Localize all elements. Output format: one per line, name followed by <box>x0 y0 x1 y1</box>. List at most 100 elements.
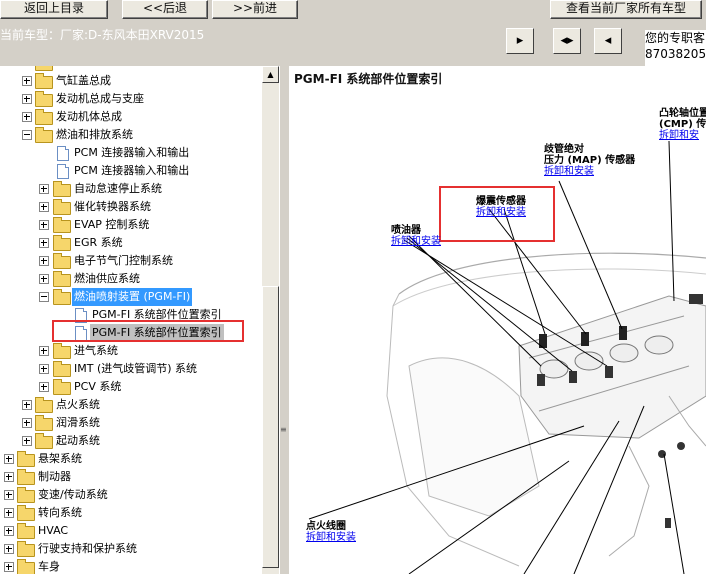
split-arrows-icon: ◂▸ <box>560 33 574 48</box>
expand-icon[interactable] <box>39 238 49 248</box>
expand-icon[interactable] <box>4 454 14 464</box>
cmp-sensor-label-2: (CMP) 传 <box>659 119 706 130</box>
folder-open-icon <box>53 289 71 305</box>
folder-icon <box>17 541 35 557</box>
folder-icon <box>17 469 35 485</box>
injector-label: 喷油器 <box>391 225 421 236</box>
folder-icon <box>53 181 71 197</box>
expand-icon[interactable] <box>39 346 49 356</box>
folder-icon <box>35 433 53 449</box>
grip-icon: ≡ <box>280 425 287 434</box>
back-to-catalog-button[interactable]: 返回上目录 <box>0 0 108 19</box>
tree-item-label: 行驶支持和保护系统 <box>38 542 137 555</box>
folder-icon <box>17 487 35 503</box>
tree-item-label: 起动系统 <box>56 434 100 447</box>
expand-icon[interactable] <box>39 382 49 392</box>
expand-icon[interactable] <box>22 436 32 446</box>
injector-link[interactable]: 拆卸和安装 <box>391 236 441 247</box>
folder-icon <box>53 271 71 287</box>
highlight-box <box>52 320 244 342</box>
arrow-up-icon: ▲ <box>267 70 274 79</box>
folder-icon <box>53 253 71 269</box>
tree-item-label-selected: 燃油喷射装置 (PGM-FI) <box>72 288 193 306</box>
cmp-sensor-label-1: 凸轮轴位置 <box>659 108 706 119</box>
folder-icon <box>17 523 35 539</box>
expand-icon[interactable] <box>22 418 32 428</box>
folder-icon <box>35 397 53 413</box>
tree-item-label: 进气系统 <box>74 344 118 357</box>
tree-item-label: 自动怠速停止系统 <box>74 182 162 195</box>
tree-item-label: 点火系统 <box>56 398 100 411</box>
map-sensor-label-2: 压力 (MAP) 传感器 <box>544 155 636 166</box>
collapse-icon[interactable] <box>39 292 49 302</box>
scroll-up-button[interactable]: ▲ <box>262 66 279 83</box>
folder-icon <box>35 73 53 89</box>
folder-icon <box>53 235 71 251</box>
view-left-button[interactable]: ▸ <box>506 28 534 54</box>
expand-icon[interactable] <box>39 220 49 230</box>
collapse-icon[interactable] <box>22 130 32 140</box>
tree-item-label: 变速/传动系统 <box>38 488 108 501</box>
map-sensor-link[interactable]: 拆卸和安装 <box>544 166 594 177</box>
view-all-models-button[interactable]: 查看当前厂家所有车型 <box>550 0 702 19</box>
folder-icon <box>17 451 35 467</box>
folder-icon <box>53 217 71 233</box>
tree-item-label: HVAC <box>38 524 69 537</box>
expand-icon[interactable] <box>4 490 14 500</box>
folder-icon <box>53 199 71 215</box>
expand-icon[interactable] <box>22 112 32 122</box>
tree-item-label: 发动机体总成 <box>56 110 122 123</box>
tree-item-label: 制动器 <box>38 470 71 483</box>
folder-icon <box>35 109 53 125</box>
expand-icon[interactable] <box>39 256 49 266</box>
tree-item-label: IMT (进气歧管调节) 系统 <box>74 362 198 375</box>
view-split-button[interactable]: ◂▸ <box>553 28 581 54</box>
ignition-coil-link[interactable]: 拆卸和安装 <box>306 532 356 543</box>
tree-row-partial <box>0 66 262 72</box>
expand-icon[interactable] <box>39 184 49 194</box>
tree-item-label: 燃油供应系统 <box>74 272 140 285</box>
tree-item-label: 催化转换器系统 <box>74 200 151 213</box>
arrow-right-icon: ▸ <box>516 33 524 48</box>
expand-icon[interactable] <box>4 526 14 536</box>
document-icon <box>57 164 69 179</box>
folder-icon <box>53 361 71 377</box>
view-right-button[interactable]: ◂ <box>594 28 622 54</box>
expand-icon[interactable] <box>39 274 49 284</box>
tree-item-label: 转向系统 <box>38 506 82 519</box>
expand-icon[interactable] <box>39 364 49 374</box>
folder-icon <box>17 505 35 521</box>
tree-item-label: PCM 连接器输入和输出 <box>74 164 190 177</box>
expand-icon[interactable] <box>39 202 49 212</box>
previous-button[interactable]: <<后退 <box>122 0 208 19</box>
map-sensor-label-1: 歧管绝对 <box>544 144 584 155</box>
arrow-left-icon: ◂ <box>604 33 612 48</box>
tree-item-label: PCM 连接器输入和输出 <box>74 146 190 159</box>
expand-icon[interactable] <box>22 400 32 410</box>
expand-icon[interactable] <box>4 472 14 482</box>
navigation-tree: 气缸盖总成 发动机总成与支座 发动机体总成 燃油和排放系统 PCM 连接器输入和… <box>0 66 262 574</box>
ignition-coil-label: 点火线圈 <box>306 521 346 532</box>
tree-item-label: EGR 系统 <box>74 236 123 249</box>
folder-icon <box>35 415 53 431</box>
tree-item-label: 车身 <box>38 560 60 573</box>
folder-icon <box>17 559 35 574</box>
expand-icon[interactable] <box>22 94 32 104</box>
scroll-thumb[interactable] <box>262 286 279 568</box>
tree-scrollbar[interactable]: ▲ <box>262 66 279 574</box>
tree-item-label: 发动机总成与支座 <box>56 92 144 105</box>
current-car-model: 当前车型：厂家:D-东风本田XRV2015 <box>0 28 205 42</box>
tree-item-label: 气缸盖总成 <box>56 74 111 87</box>
next-button[interactable]: >>前进 <box>212 0 298 19</box>
folder-icon <box>35 91 53 107</box>
folder-icon <box>53 379 71 395</box>
expand-icon[interactable] <box>4 544 14 554</box>
contact-line-1: 您的专职客 <box>645 31 706 45</box>
top-toolbar: 返回上目录 <<后退 >>前进 查看当前厂家所有车型 <box>0 0 706 22</box>
cmp-sensor-link[interactable]: 拆卸和安 <box>659 130 699 141</box>
expand-icon[interactable] <box>4 508 14 518</box>
engine-diagram <box>308 140 706 574</box>
expand-icon[interactable] <box>22 76 32 86</box>
tree-item-label: PCV 系统 <box>74 380 122 393</box>
expand-icon[interactable] <box>4 562 14 572</box>
